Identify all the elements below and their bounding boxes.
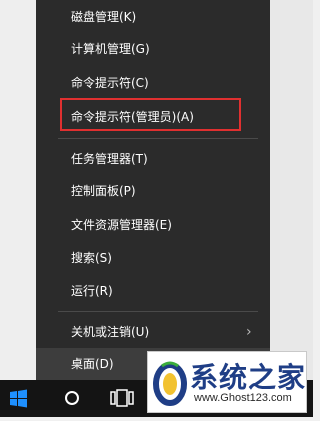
menu-item-label: 计算机管理(G) [71,42,150,56]
menu-item-label: 桌面(D) [71,357,114,371]
menu-item-search[interactable]: 搜索(S) [36,241,270,275]
menu-item-computer-management[interactable]: 计算机管理(G) [36,32,270,66]
menu-item-label: 运行(R) [71,284,113,298]
cortana-circle-icon[interactable] [60,380,84,417]
menu-item-label: 命令提示符(C) [71,76,149,90]
watermark-title: 系统之家 [190,361,307,394]
watermark-emblem-icon [153,361,187,406]
menu-separator [58,311,258,312]
windows-start-icon[interactable] [0,380,36,417]
menu-item-task-manager[interactable]: 任务管理器(T) [36,142,270,176]
menu-item-file-explorer[interactable]: 文件资源管理器(E) [36,208,270,242]
menu-item-label: 关机或注销(U) [71,325,150,339]
watermark-url: www.Ghost123.com [194,392,292,404]
desktop-background-right [270,0,313,380]
watermark-logo: 系统之家 www.Ghost123.com [147,351,307,413]
menu-item-disk-management[interactable]: 磁盘管理(K) [36,0,270,34]
menu-item-run[interactable]: 运行(R) [36,274,270,308]
menu-item-label: 控制面板(P) [71,184,136,198]
menu-item-command-prompt[interactable]: 命令提示符(C) [36,66,270,100]
menu-item-control-panel[interactable]: 控制面板(P) [36,174,270,208]
menu-item-label: 磁盘管理(K) [71,10,137,24]
menu-item-label: 搜索(S) [71,251,112,265]
menu-item-shutdown-signout[interactable]: 关机或注销(U) › [36,315,270,349]
menu-item-label: 文件资源管理器(E) [71,218,172,232]
menu-item-label: 任务管理器(T) [71,152,148,166]
chevron-right-icon: › [246,324,252,340]
desktop-background-left [0,0,36,380]
menu-separator [58,138,258,139]
winx-context-menu: 磁盘管理(K) 计算机管理(G) 命令提示符(C) 命令提示符(管理员)(A) … [36,0,270,380]
task-view-icon[interactable] [106,380,136,417]
highlight-annotation-box [60,98,241,131]
